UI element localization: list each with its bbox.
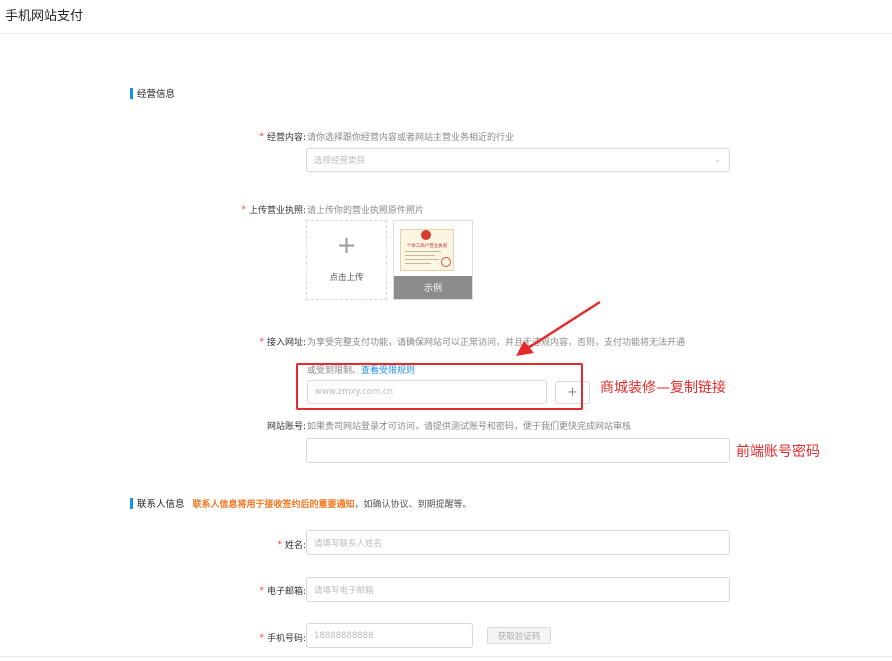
contact-name-placeholder: 请填写联系人姓名: [314, 538, 383, 549]
annotation-copy-link: 商城装修—复制链接: [600, 380, 726, 396]
license-text-line: [405, 263, 431, 264]
contact-section-title: 联系人信息: [137, 499, 185, 510]
upload-label: 点击上传: [329, 273, 364, 283]
emblem-icon: [421, 230, 431, 240]
phone-label-group: * 手机号码:: [259, 631, 306, 645]
contact-section-header: 联系人信息 联系人信息将用于接收签约后的重要通知 ，如确认协议、到期提醒等。: [130, 496, 472, 510]
business-category-placeholder: 选择经营类目: [314, 156, 366, 166]
plus-icon: +: [336, 231, 357, 259]
get-verification-code-button[interactable]: 获取验证码: [487, 627, 551, 644]
contact-email-placeholder: 请填写电子邮箱: [314, 585, 374, 596]
business-category-select[interactable]: 选择经营类目 ⌄: [306, 148, 730, 172]
section-marker: [130, 87, 133, 99]
contact-phone-input[interactable]: 18888888888: [306, 623, 473, 648]
account-label-group: 网站账号:: [267, 419, 306, 432]
business-section-title: 经营信息: [137, 89, 176, 100]
contact-email-input[interactable]: 请填写电子邮箱: [306, 577, 730, 602]
required-mark: *: [259, 336, 264, 347]
section-marker: [130, 497, 133, 509]
example-overlay: 示例: [394, 276, 472, 299]
business-content-label-group: * 经营内容:: [259, 130, 306, 144]
name-label-group: * 姓名:: [277, 538, 306, 552]
license-image-heading: 个体工商户营业执照: [406, 244, 448, 249]
code-button-label: 获取验证码: [497, 631, 541, 642]
account-label: 网站账号:: [266, 422, 306, 432]
license-label-group: * 上传营业执照:: [241, 203, 306, 217]
required-mark: *: [241, 204, 246, 215]
annotation-highlight-box: [296, 363, 583, 410]
account-hint: 如果贵司网站登录才可访问，请提供测试账号和密码，便于我们更快完成网站审核: [307, 422, 632, 432]
contact-name-input[interactable]: 请填写联系人姓名: [306, 530, 730, 555]
stamp-icon: [441, 257, 451, 267]
email-label-group: * 电子邮箱:: [259, 584, 306, 598]
phone-label: 手机号码:: [266, 634, 306, 644]
footer-divider: [0, 656, 892, 657]
license-text-line: [405, 255, 435, 256]
license-upload-button[interactable]: + 点击上传: [306, 220, 387, 300]
license-text-line: [405, 259, 439, 260]
page-title: 手机网站支付: [5, 9, 84, 24]
example-label: 示例: [423, 284, 442, 294]
license-example[interactable]: 个体工商户营业执照 示例: [393, 220, 473, 300]
license-example-image: 个体工商户营业执照: [400, 229, 454, 271]
website-label-group: * 接入网址:: [259, 335, 306, 349]
required-mark: *: [277, 539, 282, 550]
name-label: 姓名:: [284, 541, 306, 551]
contact-notice-rest: ，如确认协议、到期提醒等。: [354, 499, 472, 510]
email-label: 电子邮箱:: [266, 587, 306, 597]
website-label: 接入网址:: [266, 338, 306, 348]
required-mark: *: [259, 131, 264, 142]
website-hint: 为享受完整支付功能，请确保网站可以正常访问，并且无违规内容，否则，支付功能将无法…: [307, 338, 686, 348]
chevron-down-icon: ⌄: [714, 155, 721, 164]
header-divider: [0, 33, 892, 34]
license-hint: 请上传你的营业执照原件照片: [307, 206, 425, 216]
business-section-header: 经营信息: [130, 86, 175, 100]
business-content-hint: 请你选择跟你经营内容或者网站主营业务相近的行业: [307, 133, 515, 143]
contact-phone-placeholder: 18888888888: [314, 630, 374, 641]
annotation-arrow: [516, 300, 601, 356]
website-account-input[interactable]: [306, 438, 730, 463]
required-mark: *: [259, 632, 264, 643]
required-mark: *: [259, 585, 264, 596]
contact-notice-highlight: 联系人信息将用于接收签约后的重要通知: [192, 499, 355, 510]
business-content-label: 经营内容:: [266, 133, 306, 143]
annotation-account-password: 前端账号密码: [736, 444, 820, 460]
license-text-line: [405, 251, 441, 252]
license-label: 上传营业执照:: [248, 206, 306, 216]
